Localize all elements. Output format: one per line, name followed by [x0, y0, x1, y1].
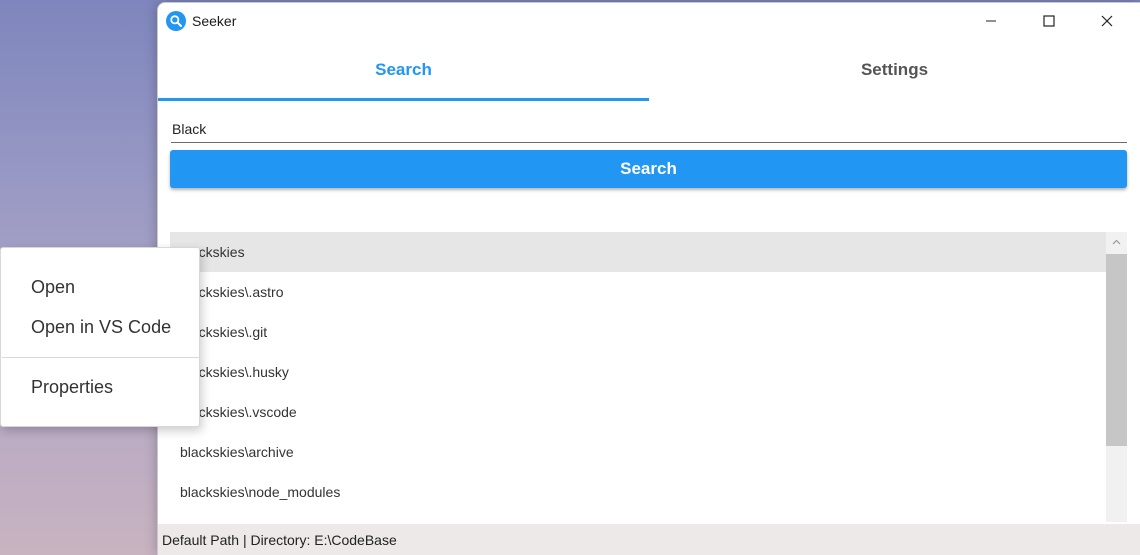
tab-bar: Search Settings — [158, 39, 1140, 101]
menu-divider — [2, 357, 199, 358]
app-window: Seeker Search Settings Search blackskies… — [157, 2, 1140, 555]
status-bar: Default Path | Directory: E:\CodeBase — [158, 524, 1140, 555]
list-item[interactable]: blackskies\node_modules — [170, 472, 1106, 512]
search-button[interactable]: Search — [170, 150, 1127, 188]
menu-item-properties[interactable]: Properties — [31, 377, 113, 398]
active-tab-indicator — [158, 98, 649, 101]
list-item[interactable]: blackskies\archive — [170, 432, 1106, 472]
window-title: Seeker — [192, 13, 237, 29]
list-item[interactable]: blackskies\.git — [170, 312, 1106, 352]
results-scrollbar[interactable] — [1106, 232, 1127, 522]
list-item[interactable]: blackskies\.vscode — [170, 392, 1106, 432]
context-menu: Open Open in VS Code Properties — [0, 247, 200, 427]
search-field[interactable] — [171, 115, 1127, 143]
menu-item-open-in-vs-code[interactable]: Open in VS Code — [31, 317, 171, 338]
title-bar[interactable]: Seeker — [158, 3, 1140, 39]
results-list: blackskies blackskies\.astro blackskies\… — [170, 232, 1106, 522]
search-input[interactable] — [171, 115, 1127, 142]
scroll-thumb[interactable] — [1106, 254, 1127, 446]
list-item[interactable]: blackskies\.astro — [170, 272, 1106, 312]
minimize-button[interactable] — [962, 3, 1020, 39]
close-button[interactable] — [1078, 3, 1136, 39]
minimize-icon — [986, 20, 996, 22]
list-item[interactable]: blackskies — [170, 232, 1106, 272]
tab-search[interactable]: Search — [158, 39, 649, 101]
search-icon — [166, 11, 186, 31]
chevron-up-icon — [1112, 239, 1121, 245]
list-item[interactable]: blackskies\.husky — [170, 352, 1106, 392]
close-icon — [1101, 15, 1113, 27]
maximize-button[interactable] — [1020, 3, 1078, 39]
scroll-up-button[interactable] — [1106, 232, 1127, 252]
menu-item-open[interactable]: Open — [31, 277, 75, 298]
maximize-icon — [1043, 15, 1055, 27]
tab-settings[interactable]: Settings — [649, 39, 1140, 101]
